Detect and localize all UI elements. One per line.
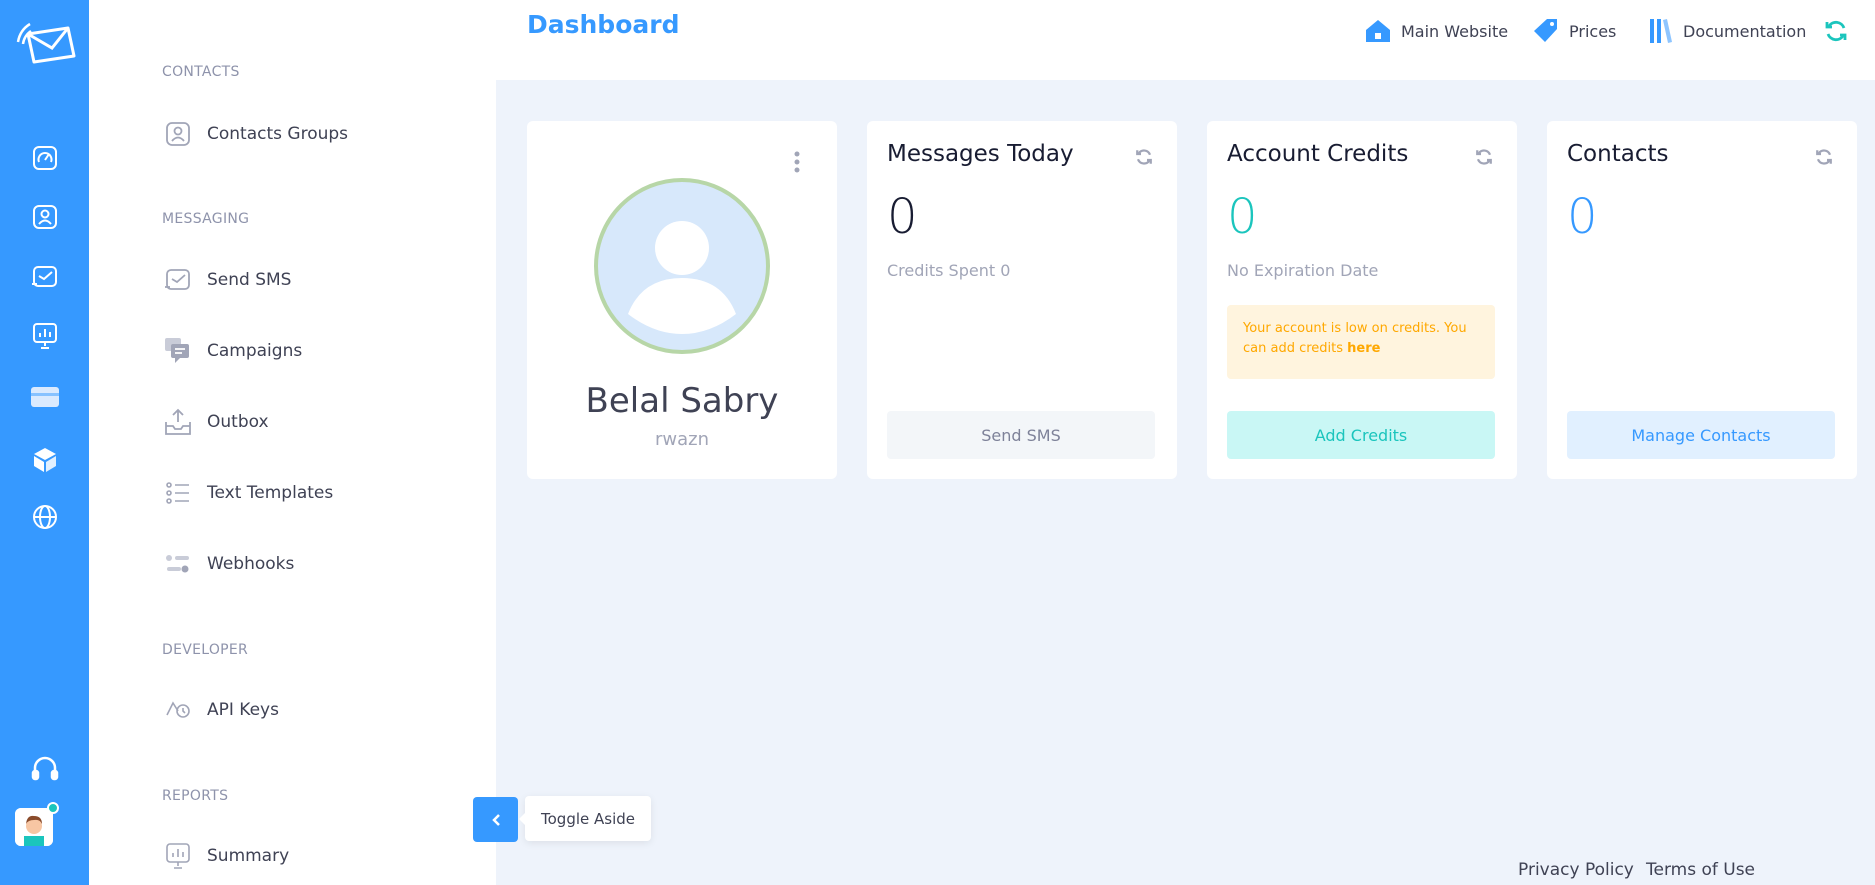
send-sms-button[interactable]: Send SMS <box>887 411 1155 459</box>
menu-item-send-sms[interactable]: Send SMS <box>162 260 291 300</box>
manage-contacts-button[interactable]: Manage Contacts <box>1567 411 1835 459</box>
sync-icon <box>1824 19 1848 43</box>
section-title-reports: REPORTS <box>162 788 229 804</box>
sms-icon[interactable] <box>0 257 89 297</box>
menu-item-label: Webhooks <box>207 554 295 574</box>
messages-today-card: Messages Today 0 Credits Spent 0 Send SM… <box>867 121 1177 479</box>
menu-item-webhooks[interactable]: Webhooks <box>162 544 294 584</box>
menu-item-outbox[interactable]: Outbox <box>162 402 269 442</box>
sync-button[interactable] <box>1824 14 1858 48</box>
presentation-chart-icon <box>158 841 198 871</box>
card-title: Account Credits <box>1227 141 1409 167</box>
send-sms-icon <box>158 265 198 295</box>
menu-item-summary[interactable]: Summary <box>162 836 289 876</box>
profile-name: Belal Sabry <box>585 381 779 421</box>
toggle-aside-tooltip: Toggle Aside <box>519 796 651 841</box>
user-avatar[interactable] <box>15 802 59 846</box>
chat-bubbles-icon <box>158 336 198 366</box>
credits-count: 0 <box>1227 189 1258 245</box>
section-title-messaging: MESSAGING <box>162 211 250 227</box>
online-status-dot <box>47 802 59 814</box>
profile-username: rwazn <box>654 429 709 450</box>
chevron-left-icon <box>491 813 500 826</box>
profile-card: Belal Sabry rwazn <box>527 121 837 479</box>
menu-item-label: Text Templates <box>207 483 334 503</box>
menu-item-text-templates[interactable]: Text Templates <box>162 473 333 513</box>
menu-item-label: Campaigns <box>207 341 303 361</box>
top-header: Dashboard Main Website Prices Documentat… <box>496 0 1875 80</box>
card-title: Messages Today <box>887 141 1074 167</box>
prices-label: Prices <box>1569 21 1617 41</box>
contact-card-icon <box>158 119 198 149</box>
toggle-aside-button[interactable] <box>473 797 518 842</box>
globe-icon[interactable] <box>0 497 89 537</box>
messages-count: 0 <box>887 189 918 245</box>
refresh-icon[interactable] <box>1475 148 1493 170</box>
menu-item-label: API Keys <box>207 700 279 720</box>
documentation-label: Documentation <box>1683 21 1807 41</box>
card-title: Contacts <box>1567 141 1669 167</box>
aside-menu: CONTACTS Contacts Groups MESSAGING Send … <box>89 0 496 885</box>
list-icon <box>158 478 198 508</box>
main-website-label: Main Website <box>1401 21 1509 41</box>
outbox-tray-icon <box>158 407 198 437</box>
menu-item-label: Outbox <box>207 412 269 432</box>
home-icon <box>1365 19 1391 43</box>
profile-avatar <box>594 178 770 354</box>
box-icon[interactable] <box>0 440 89 480</box>
contacts-card: Contacts 0 Manage Contacts <box>1547 121 1857 479</box>
dashboard-gauge-icon[interactable] <box>0 138 89 178</box>
expiration-text: No Expiration Date <box>1227 261 1379 280</box>
section-title-contacts: CONTACTS <box>162 64 240 80</box>
library-icon <box>1649 18 1673 44</box>
prices-link[interactable]: Prices <box>1533 14 1616 48</box>
price-tag-icon <box>1533 18 1559 44</box>
documentation-link[interactable]: Documentation <box>1649 14 1806 48</box>
refresh-icon[interactable] <box>1815 148 1833 170</box>
reports-icon[interactable] <box>0 316 89 356</box>
menu-item-api-keys[interactable]: API Keys <box>162 690 279 730</box>
terms-of-use-link[interactable]: Terms of Use <box>1646 860 1755 880</box>
section-title-developer: DEVELOPER <box>162 642 249 658</box>
menu-item-contacts-groups[interactable]: Contacts Groups <box>162 114 348 154</box>
menu-item-label: Send SMS <box>207 270 292 290</box>
more-options-icon[interactable] <box>794 151 800 177</box>
privacy-policy-link[interactable]: Privacy Policy <box>1518 860 1634 880</box>
key-clock-icon <box>158 695 198 725</box>
account-credits-card: Account Credits 0 No Expiration Date You… <box>1207 121 1517 479</box>
headset-icon[interactable] <box>0 748 89 788</box>
contacts-icon[interactable] <box>0 197 89 237</box>
mail-logo-icon[interactable] <box>0 22 89 64</box>
billing-card-icon[interactable] <box>0 377 89 417</box>
webhook-toggle-icon <box>158 549 198 579</box>
add-credits-here-link[interactable]: here <box>1347 341 1380 356</box>
refresh-icon[interactable] <box>1135 148 1153 170</box>
menu-item-label: Summary <box>207 846 290 866</box>
menu-item-label: Contacts Groups <box>207 124 349 144</box>
page-title: Dashboard <box>527 10 680 39</box>
credits-spent: Credits Spent 0 <box>887 261 1011 280</box>
menu-item-campaigns[interactable]: Campaigns <box>162 331 302 371</box>
contacts-count: 0 <box>1567 189 1598 245</box>
low-credits-alert: Your account is low on credits. You can … <box>1227 305 1495 379</box>
icon-rail <box>0 0 89 885</box>
main-website-link[interactable]: Main Website <box>1365 14 1508 48</box>
add-credits-button[interactable]: Add Credits <box>1227 411 1495 459</box>
